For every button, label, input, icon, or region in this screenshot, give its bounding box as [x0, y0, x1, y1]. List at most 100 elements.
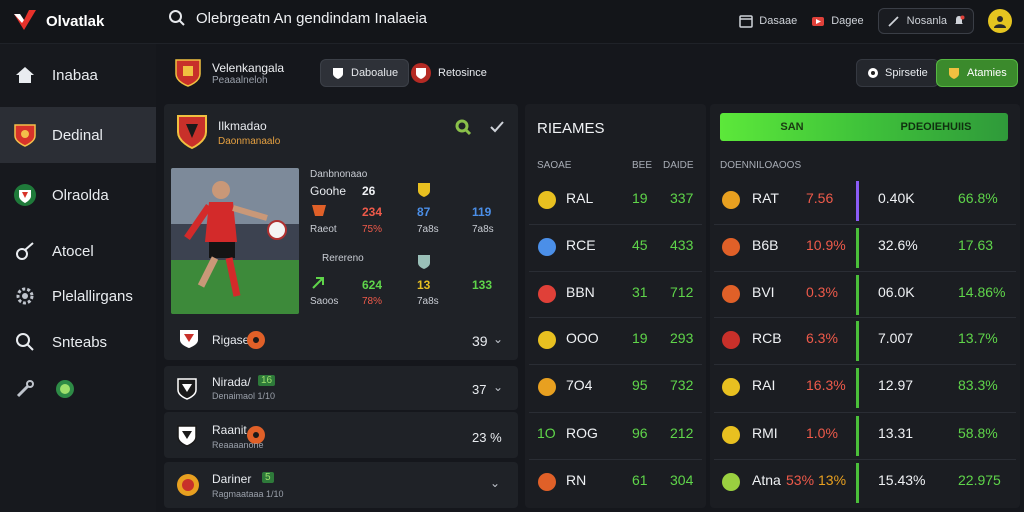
badge-icon [52, 376, 78, 402]
team-crest-icon [722, 331, 740, 349]
team-crest-icon [722, 238, 740, 256]
goals-label: Goohe [310, 184, 347, 198]
odds-row-indicator [856, 181, 859, 221]
match-row-sub: Reaaaanone [212, 440, 264, 450]
rankings-row-value-a: 19 [632, 330, 648, 346]
top-sub-3: 7a8s [472, 224, 494, 235]
sidebar-item-label: Plelallirgans [52, 287, 133, 305]
rankings-row-name: ROG [566, 425, 598, 441]
odds-row-end: 22.975 [958, 472, 1001, 488]
search-icon [169, 10, 185, 26]
team-name: Velenkangala [212, 60, 285, 75]
bottom-sub-2: 7a8s [417, 296, 439, 307]
sidebar-item-label: Dedinal [52, 126, 103, 144]
brand-logo[interactable]: Olvatlak [12, 8, 104, 34]
user-avatar[interactable] [988, 9, 1012, 33]
rankings-row-value-a: 61 [632, 472, 648, 488]
sidebar-item-details[interactable]: Dedinal [0, 107, 156, 163]
team-selector[interactable]: Velenkangala Peaaalneloh [174, 58, 284, 88]
footer-label: Rigase [212, 333, 250, 347]
odds-row-end: 17.63 [958, 237, 994, 253]
odds-row-end: 83.3% [958, 377, 998, 393]
user-icon [994, 16, 1006, 28]
label-a: Raeot [310, 224, 337, 235]
rankings-row-name: BBN [566, 284, 595, 300]
home-icon [12, 62, 38, 88]
ball-icon [868, 68, 878, 78]
team-crest-icon [722, 378, 740, 396]
team-subheader: Velenkangala Peaaalneloh Daboalue Retosi… [156, 44, 1024, 100]
match-row-value: 23 % [472, 430, 502, 445]
sidebar-item-label: Olraolda [52, 186, 109, 204]
team-crest-icon [177, 115, 207, 150]
row-divider [529, 459, 702, 460]
odds-tabs: SAN PDEOIEHUIIS [720, 113, 1008, 141]
crest-icon [418, 255, 430, 269]
team-crest-icon [538, 473, 556, 491]
odds-row-mid: 7.007 [878, 330, 914, 346]
tab-results[interactable]: Retosince [400, 59, 497, 87]
matches-button[interactable]: Atamies [936, 59, 1018, 87]
rankings-row-value-b: 212 [670, 425, 694, 441]
notifications-label: Nosanla [906, 15, 947, 27]
club-crest-icon [411, 63, 431, 83]
rankings-row-name: RCE [566, 237, 596, 253]
live-icon [812, 17, 825, 26]
chevron-down-icon[interactable]: ⌄ [493, 332, 503, 346]
odds-row-end: 66.8% [958, 190, 998, 206]
odds-row-indicator [856, 368, 859, 408]
chevron-down-icon[interactable]: ⌄ [490, 476, 500, 490]
chevron-down-icon[interactable]: ⌄ [493, 380, 503, 394]
row-divider [529, 271, 702, 272]
calendar-label: Dasaae [759, 15, 798, 27]
odds-row-indicator [856, 321, 859, 361]
search-input[interactable]: Olebrgeatn An gendindam Inalaeia [196, 10, 427, 27]
tab-predictions[interactable]: PDEOIEHUIIS [864, 113, 1008, 141]
odds-row-indicator [856, 275, 859, 315]
match-row-badge: 16 [258, 375, 276, 386]
tab-label: Retosince [438, 67, 487, 79]
rankings-row-name: RAL [566, 190, 594, 206]
sports-label: Spirsetie [885, 67, 928, 79]
orange-badge-icon [247, 331, 265, 349]
check-icon[interactable] [489, 119, 505, 138]
match-title: Ilkmadao [218, 119, 267, 133]
rankings-row-value-b: 337 [670, 190, 694, 206]
sidebar: Inabaa Dedinal Olraolda Atocel Plelallir… [0, 44, 156, 512]
sidebar-item-club[interactable]: Olraolda [0, 167, 156, 223]
search-icon[interactable] [454, 118, 474, 138]
rankings-row-value-b: 433 [670, 237, 694, 253]
odds-row-end: 14.86% [958, 284, 1006, 300]
live-action[interactable]: Dagee [811, 14, 864, 28]
odds-row-indicator [856, 228, 859, 268]
team-crest-icon [180, 330, 198, 348]
rankings-row-value-a: 45 [632, 237, 648, 253]
odds-row-end: 13.7% [958, 330, 998, 346]
rankings-header-col3: DAIDE [663, 160, 694, 171]
row-divider [714, 412, 1016, 413]
whistle-icon [12, 238, 38, 264]
row-divider [529, 412, 702, 413]
search-bar[interactable]: Olebrgeatn An gendindam Inalaeia [168, 9, 427, 27]
tab-main[interactable]: SAN [720, 113, 864, 141]
sidebar-item-home[interactable]: Inabaa [0, 47, 156, 103]
tab-overview[interactable]: Daboalue [320, 59, 410, 87]
rankings-row-name: 7O4 [566, 377, 593, 393]
match-row-title: Raanit [212, 423, 247, 437]
shield-icon [12, 122, 38, 148]
odds-row-mid: 13.31 [878, 425, 914, 441]
match-row-title: Nirada/ [212, 375, 251, 389]
odds-row-indicator [856, 463, 859, 503]
team-crest-icon [538, 378, 556, 396]
bell-icon [955, 15, 965, 24]
sidebar-item-tools[interactable] [0, 361, 156, 417]
label-b: Saoos [310, 296, 339, 307]
calendar-action[interactable]: Dasaae [739, 14, 797, 28]
notifications-button[interactable]: Nosanla [877, 8, 974, 34]
goals-value: 26 [362, 184, 376, 198]
sports-button[interactable]: Spirsetie [856, 59, 939, 87]
odds-row-mid: 32.6% [878, 237, 918, 253]
team-crest-icon [538, 191, 556, 209]
rankings-row-value-b: 293 [670, 330, 694, 346]
team-crest-icon [722, 285, 740, 303]
